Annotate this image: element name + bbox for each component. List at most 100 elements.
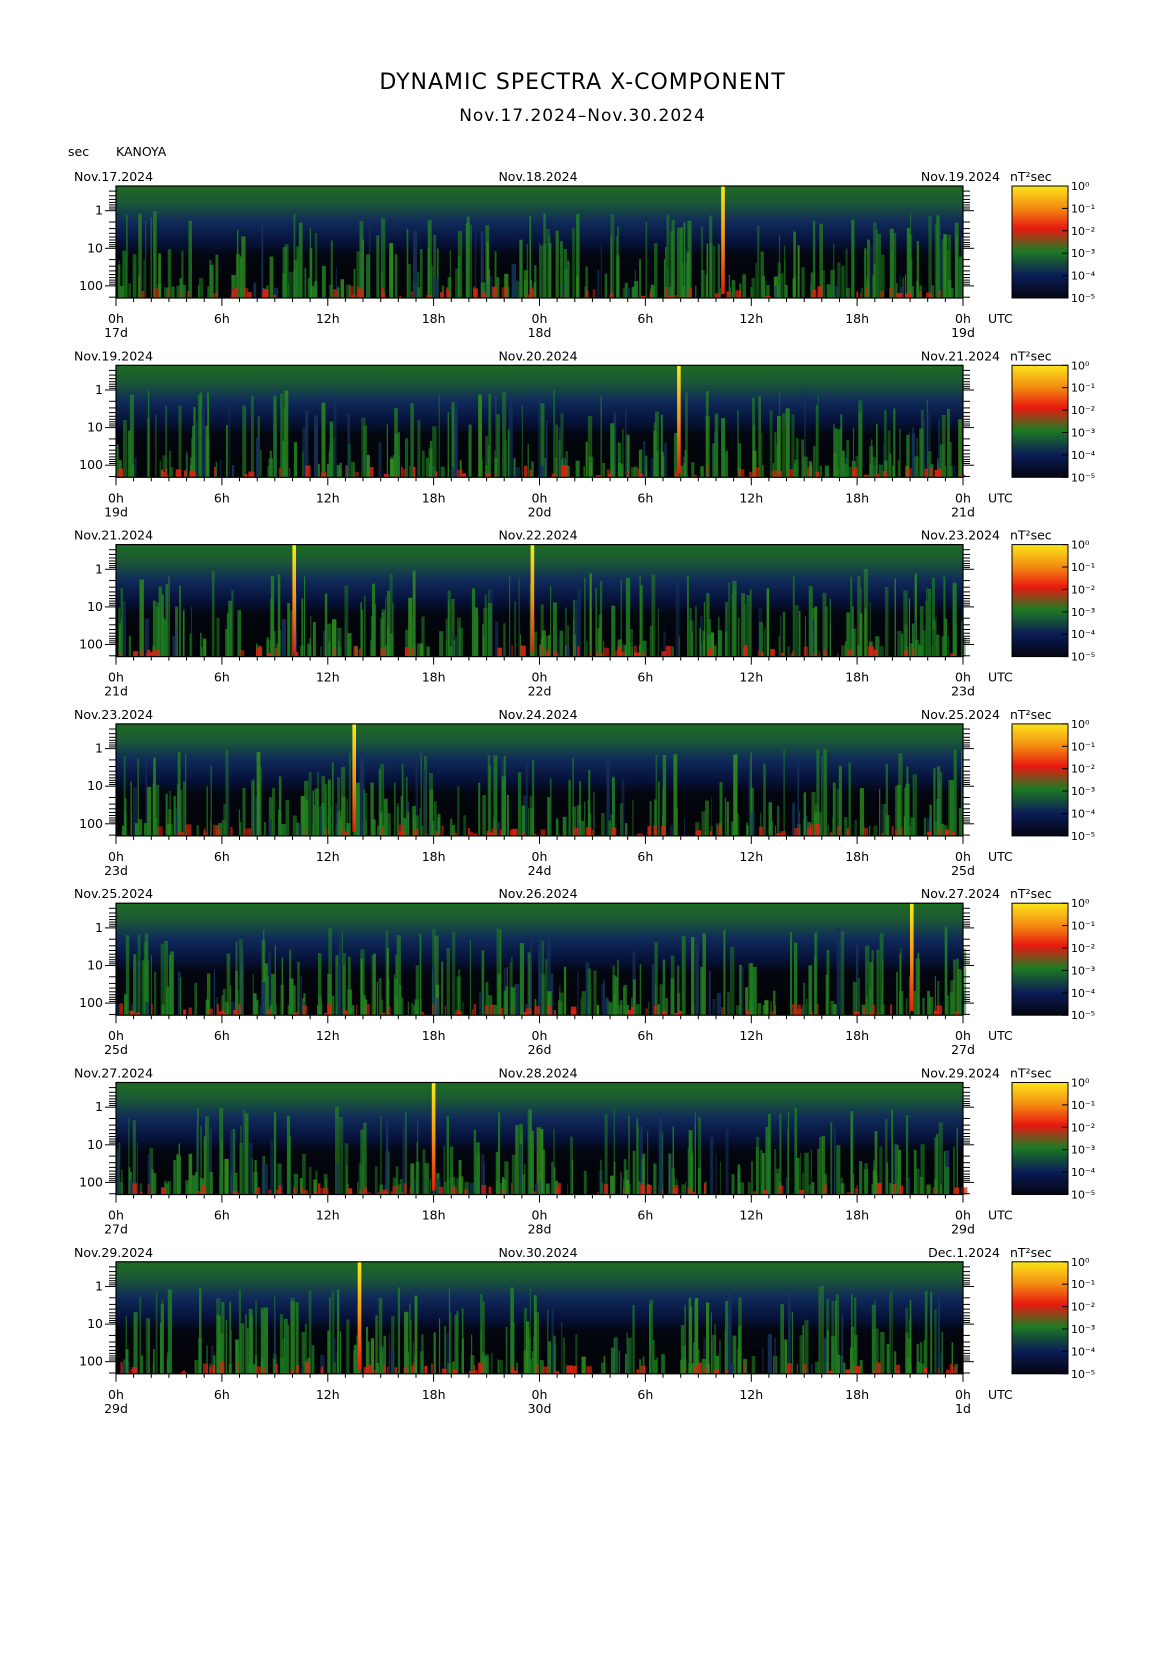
colorbar-gradient (1011, 1261, 1069, 1375)
x-tick-label: 6h (214, 1028, 230, 1043)
x-tick-label: 6h (214, 1387, 230, 1402)
x-axis-ticks (115, 298, 964, 306)
day-mid-label: 30d (528, 1401, 552, 1416)
colorbar: 10⁰ 10⁻¹ 10⁻² 10⁻³ 10⁻⁴ 10⁻⁵ (1011, 539, 1096, 664)
x-tick-label: 18h (845, 670, 869, 685)
colorbar-tick-label: 10⁰ (1071, 718, 1090, 731)
spike-mark-1 (910, 903, 914, 1012)
date-left-label: Nov.17.2024 (74, 169, 153, 184)
colorbar-tick-label: 10⁻² (1071, 1121, 1095, 1134)
spike-mark-1 (431, 1082, 436, 1191)
day-right-label: 25d (951, 863, 975, 878)
x-tick-label: 6h (637, 490, 653, 505)
day-right-label: 19d (951, 325, 975, 340)
day-mid-label: 28d (528, 1222, 552, 1237)
x-tick-label: 0h (108, 1028, 124, 1043)
y-tick-label: 100 (79, 1354, 103, 1369)
spike-mark-1 (352, 723, 356, 832)
colorbar-tick-label: 10⁻² (1071, 225, 1095, 238)
date-mid-label: Nov.28.2024 (498, 1066, 577, 1081)
colorbar: 10⁰ 10⁻¹ 10⁻² 10⁻³ 10⁻⁴ 10⁻⁵ (1011, 180, 1096, 305)
spectra-plot: Nov.17.2024 Nov.18.2024 Nov.19.2024 nT²sec 1… (74, 169, 1096, 1416)
x-tick-label: 0h (108, 1387, 124, 1402)
date-mid-label: Nov.18.2024 (498, 169, 577, 184)
colorbar-tick-label: 10⁻³ (1071, 964, 1095, 977)
colorbar-tick-label: 10⁻⁵ (1071, 1189, 1095, 1202)
day-mid-label: 24d (528, 863, 552, 878)
colorbar-tick-label: 10⁻¹ (1071, 202, 1095, 215)
colorbar-unit-label: nT²sec (1010, 886, 1052, 901)
day-mid-label: 26d (528, 1042, 552, 1057)
y-tick-label: 10 (87, 1137, 103, 1152)
spike-mark-1 (292, 544, 296, 653)
x-tick-label: 6h (637, 1387, 653, 1402)
colorbar-tick-label: 10⁻¹ (1071, 740, 1095, 753)
x-tick-label: 0h (532, 490, 548, 505)
y-tick-label: 100 (79, 457, 103, 472)
colorbar-gradient (1011, 723, 1069, 837)
y-tick-label: 1 (95, 920, 103, 935)
date-mid-label: Nov.22.2024 (498, 528, 577, 543)
x-tick-label: 6h (214, 490, 230, 505)
colorbar-tick-label: 10⁻⁴ (1071, 987, 1096, 1000)
colorbar: 10⁰ 10⁻¹ 10⁻² 10⁻³ 10⁻⁴ 10⁻⁵ (1011, 718, 1096, 843)
y-tick-label: 10 (87, 240, 103, 255)
x-tick-label: 18h (422, 1387, 446, 1402)
x-axis-ticks (115, 1194, 964, 1203)
x-tick-label: 18h (422, 670, 446, 685)
colorbar-tick-label: 10⁻⁴ (1071, 808, 1096, 821)
x-tick-label: 6h (637, 670, 653, 685)
y-tick-label: 10 (87, 958, 103, 973)
x-tick-label: 0h (108, 311, 124, 326)
day-right-label: 21d (951, 504, 975, 519)
day-left-label: 25d (104, 1042, 128, 1057)
x-tick-label: 12h (739, 490, 763, 505)
x-tick-label: 12h (739, 1208, 763, 1223)
y-tick-label: 1 (95, 561, 103, 576)
x-unit-label: UTC (988, 1387, 1013, 1402)
spike-mark-1 (357, 1261, 362, 1370)
date-right-label: Nov.23.2024 (921, 528, 1000, 543)
date-right-label: Dec.1.2024 (928, 1245, 1000, 1260)
y-tick-label: 100 (79, 1174, 103, 1189)
x-tick-label: 12h (316, 490, 340, 505)
colorbar-tick-label: 10⁻³ (1071, 427, 1095, 440)
date-right-label: Nov.21.2024 (921, 348, 1000, 363)
colorbar-tick-label: 10⁻⁴ (1071, 449, 1096, 462)
x-tick-label: 0h (955, 1208, 971, 1223)
x-unit-label: UTC (988, 490, 1013, 505)
date-right-label: Nov.19.2024 (921, 169, 1000, 184)
day-left-label: 19d (104, 504, 128, 519)
y-tick-label: 100 (79, 278, 103, 293)
x-axis-ticks (115, 1373, 964, 1382)
y-tick-label: 1 (95, 741, 103, 756)
x-tick-label: 6h (214, 1208, 230, 1223)
colorbar-tick-label: 10⁻² (1071, 763, 1095, 776)
date-left-label: Nov.23.2024 (74, 707, 153, 722)
x-tick-label: 0h (955, 490, 971, 505)
date-right-label: Nov.29.2024 (921, 1066, 1000, 1081)
x-tick-label: 0h (955, 849, 971, 864)
spectra-panel-2: Nov.19.2024 Nov.20.2024 Nov.21.2024 nT²sec1… (74, 348, 1096, 519)
colorbar-tick-label: 10⁻⁵ (1071, 471, 1095, 484)
y-tick-label: 100 (79, 995, 103, 1010)
date-left-label: Nov.19.2024 (74, 348, 153, 363)
x-tick-label: 0h (955, 670, 971, 685)
colorbar-gradient (1011, 1082, 1069, 1195)
day-right-label: 29d (951, 1222, 975, 1237)
x-unit-label: UTC (988, 670, 1013, 685)
colorbar-unit-label: nT²sec (1010, 1245, 1052, 1260)
x-tick-label: 6h (214, 849, 230, 864)
x-unit-label: UTC (988, 311, 1013, 326)
colorbar-gradient (1011, 544, 1069, 658)
y-tick-label: 1 (95, 1099, 103, 1114)
x-tick-label: 18h (845, 849, 869, 864)
x-tick-label: 12h (316, 311, 340, 326)
x-tick-label: 12h (316, 849, 340, 864)
x-tick-label: 12h (316, 1387, 340, 1402)
x-tick-label: 0h (532, 1028, 548, 1043)
day-mid-label: 22d (528, 684, 552, 699)
x-tick-label: 18h (845, 1028, 869, 1043)
colorbar-tick-label: 10⁻¹ (1071, 1278, 1095, 1291)
x-tick-label: 12h (316, 670, 340, 685)
